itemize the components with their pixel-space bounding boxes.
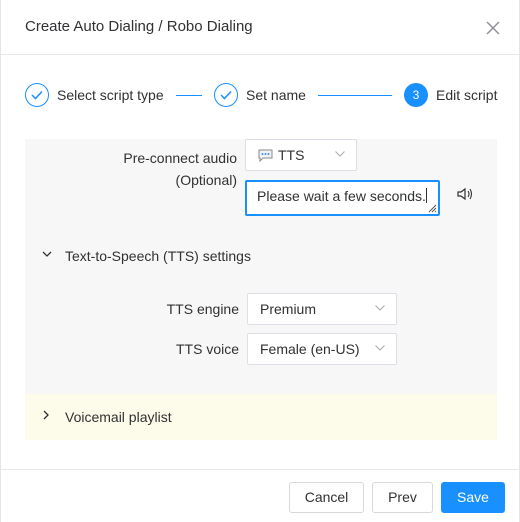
chat-bubble-icon bbox=[258, 149, 273, 162]
tts-engine-label: TTS engine bbox=[166, 301, 239, 317]
dialog-header: Create Auto Dialing / Robo Dialing bbox=[1, 0, 520, 55]
step-connector bbox=[176, 95, 202, 96]
save-button[interactable]: Save bbox=[441, 482, 505, 513]
preconnect-type-value: TTS bbox=[278, 147, 305, 163]
chevron-down-icon bbox=[375, 305, 385, 311]
preconnect-text-input[interactable]: Please wait a few seconds. bbox=[245, 180, 440, 216]
auto-dialing-dialog: Create Auto Dialing / Robo Dialing Selec… bbox=[0, 0, 520, 522]
step-3-number: 3 bbox=[404, 83, 428, 107]
chevron-down-icon bbox=[335, 151, 345, 157]
step-connector bbox=[318, 95, 392, 96]
preconnect-text-value: Please wait a few seconds. bbox=[257, 188, 426, 204]
preconnect-audio-label: Pre-connect audio (Optional) bbox=[123, 147, 237, 191]
tts-voice-label: TTS voice bbox=[175, 341, 239, 357]
tts-voice-select[interactable]: Female (en-US) bbox=[247, 333, 397, 365]
cancel-button[interactable]: Cancel bbox=[289, 482, 364, 513]
preconnect-optional-text: (Optional) bbox=[175, 172, 237, 188]
chevron-right-icon bbox=[43, 410, 49, 420]
voicemail-playlist-toggle[interactable]: Voicemail playlist bbox=[25, 394, 497, 440]
tts-settings-title: Text-to-Speech (TTS) settings bbox=[65, 248, 251, 264]
text-caret bbox=[425, 188, 427, 203]
tts-voice-value: Female (en-US) bbox=[260, 341, 360, 357]
dialog-title: Create Auto Dialing / Robo Dialing bbox=[25, 18, 253, 35]
preconnect-label-text: Pre-connect audio bbox=[123, 150, 237, 166]
steps-bar: Select script type Set name 3 Edit scrip… bbox=[25, 83, 499, 107]
tts-engine-value: Premium bbox=[260, 301, 317, 317]
tts-settings-toggle[interactable]: Text-to-Speech (TTS) settings bbox=[25, 236, 497, 280]
tts-engine-select[interactable]: Premium bbox=[247, 293, 397, 325]
resize-handle-icon[interactable] bbox=[427, 203, 437, 213]
speaker-icon[interactable] bbox=[457, 187, 473, 201]
step-2-label: Set name bbox=[246, 87, 306, 103]
chevron-down-icon bbox=[375, 345, 385, 351]
edit-script-panel: Pre-connect audio (Optional) TTS Please … bbox=[25, 139, 497, 394]
step-1-check-icon bbox=[25, 83, 49, 107]
step-1-label: Select script type bbox=[57, 87, 164, 103]
prev-button[interactable]: Prev bbox=[372, 482, 433, 513]
close-icon[interactable] bbox=[485, 20, 501, 36]
step-2-check-icon bbox=[214, 83, 238, 107]
dialog-footer: Cancel Prev Save bbox=[1, 469, 520, 522]
voicemail-playlist-title: Voicemail playlist bbox=[65, 409, 172, 425]
chevron-down-icon bbox=[42, 251, 52, 257]
step-3-label: Edit script bbox=[436, 87, 498, 103]
preconnect-type-select[interactable]: TTS bbox=[245, 139, 357, 171]
